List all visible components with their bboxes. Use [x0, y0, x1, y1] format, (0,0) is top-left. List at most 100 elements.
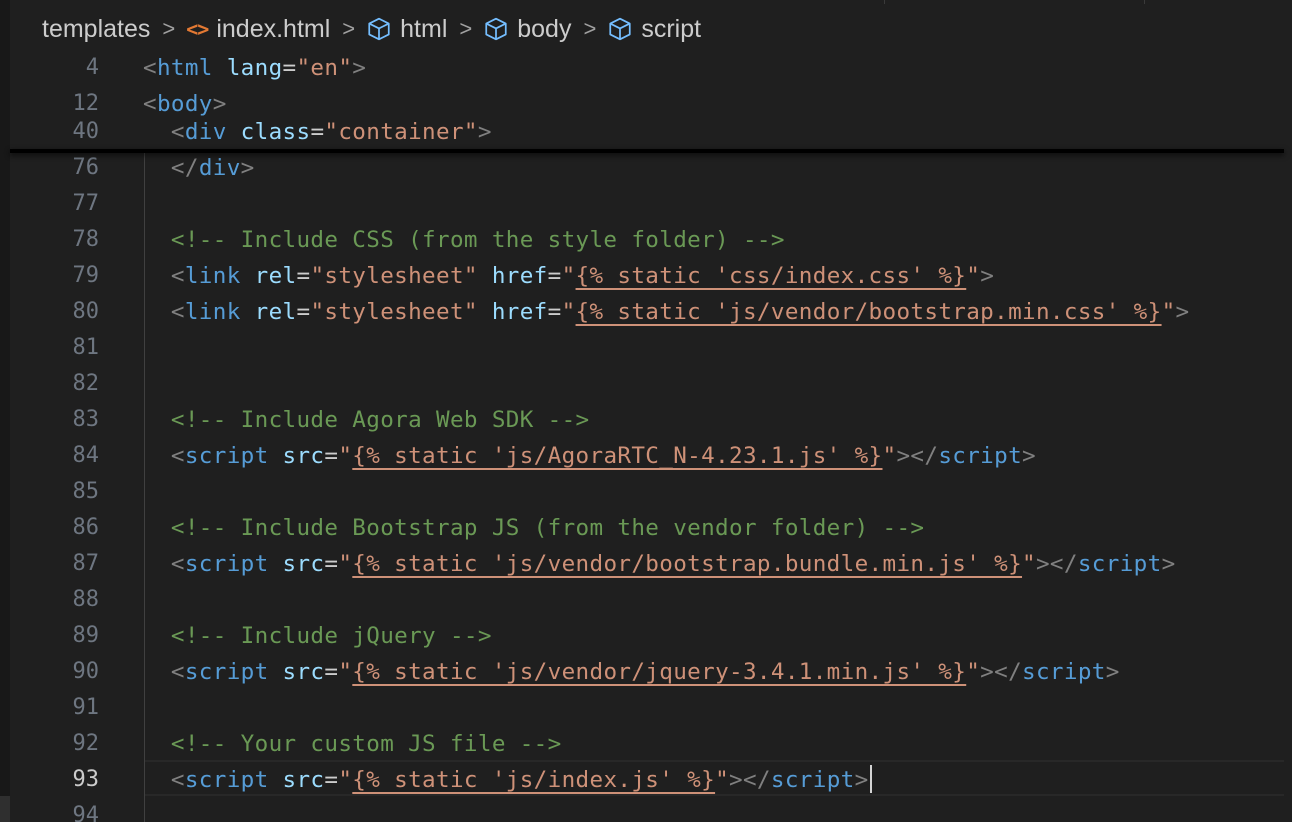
token-tag-b: > — [854, 767, 869, 793]
line-number[interactable]: 81 — [29, 330, 100, 366]
line-number[interactable]: 88 — [29, 582, 100, 618]
token-tag-n: script — [770, 767, 855, 793]
line-code: <!-- Your custom JS file --> — [143, 726, 562, 762]
line-number[interactable]: 79 — [29, 258, 100, 294]
text-cursor — [869, 764, 872, 793]
line-code: <!-- Include CSS (from the style folder)… — [143, 222, 785, 258]
line-number[interactable]: 86 — [29, 510, 100, 546]
code-line[interactable]: 79 <link rel="stylesheet" href="{% stati… — [10, 258, 1292, 294]
code-line[interactable]: 89 <!-- Include jQuery --> — [10, 618, 1292, 654]
token-plain: = — [547, 299, 562, 325]
window-left-edge — [0, 0, 10, 822]
chevron-right-icon: > — [342, 16, 356, 41]
line-number[interactable]: 83 — [29, 402, 100, 438]
line-number[interactable]: 89 — [29, 618, 100, 654]
token-tag-b: < — [170, 551, 185, 577]
sticky-line[interactable]: 4 <html lang="en"> — [10, 50, 1292, 86]
line-number[interactable]: 80 — [29, 294, 100, 330]
token-str: " — [966, 659, 981, 685]
token-tpl: {% static 'css/index.css' %} — [575, 263, 967, 289]
code-line[interactable]: 82 — [10, 366, 1292, 402]
token-tag-b: < — [170, 299, 185, 325]
cube-icon — [483, 16, 509, 42]
code-line[interactable]: 84 <script src="{% static 'js/AgoraRTC_N… — [10, 438, 1292, 474]
breadcrumb-item-index-html[interactable]: <> index.html — [186, 15, 330, 44]
token-tag-b: < — [143, 55, 157, 81]
line-number[interactable]: 78 — [29, 222, 100, 258]
token-str: " — [1161, 299, 1176, 325]
line-number[interactable]: 90 — [29, 654, 100, 690]
token-tag-b: > — [1161, 551, 1176, 577]
line-number[interactable]: 4 — [29, 50, 99, 86]
token-plain: = — [324, 551, 339, 577]
line-number[interactable]: 94 — [29, 798, 100, 822]
token-str: "container" — [324, 119, 478, 145]
token-str: "stylesheet" — [310, 263, 478, 289]
code-line[interactable]: 80 <link rel="stylesheet" href="{% stati… — [10, 294, 1292, 330]
line-number[interactable]: 82 — [29, 366, 100, 402]
code-line[interactable]: 88 — [10, 582, 1292, 618]
token-attr: src — [282, 659, 325, 685]
code-editor[interactable]: 4 <html lang="en"> 12 <body> 40 <div class="… — [10, 50, 1292, 822]
sticky-line[interactable]: 40 <div class="container"> — [10, 114, 1292, 150]
code-line[interactable]: 90 <script src="{% static 'js/vendor/jqu… — [10, 654, 1292, 690]
token-tag-b: > — [240, 155, 255, 181]
line-number[interactable]: 93 — [29, 762, 100, 798]
token-cmt: <!-- Include jQuery --> — [170, 623, 492, 649]
token-attr: src — [282, 767, 325, 793]
breadcrumb-item-script[interactable]: script — [607, 15, 701, 44]
token-attr: lang — [226, 55, 283, 81]
token-tag-b: < — [170, 119, 185, 145]
line-number[interactable]: 92 — [29, 726, 100, 762]
line-number[interactable]: 76 — [29, 150, 100, 186]
line-number[interactable]: 85 — [29, 474, 100, 510]
code-line[interactable]: 91 — [10, 690, 1292, 726]
line-number[interactable]: 40 — [29, 114, 100, 150]
line-code: <script src="{% static 'js/vendor/jquery… — [143, 654, 1120, 690]
token-tag-n: div — [198, 155, 241, 181]
token-tag-b: > — [1175, 299, 1190, 325]
code-line[interactable]: 78 <!-- Include CSS (from the style fold… — [10, 222, 1292, 258]
breadcrumb-item-templates[interactable]: templates — [42, 15, 150, 44]
indent-guide — [144, 150, 145, 822]
code-line[interactable]: 92 <!-- Your custom JS file --> — [10, 726, 1292, 762]
token-attr: src — [282, 443, 325, 469]
token-plain: = — [547, 263, 562, 289]
line-number[interactable]: 77 — [29, 186, 100, 222]
line-number[interactable]: 87 — [29, 546, 100, 582]
line-code: <html lang="en"> — [143, 50, 366, 86]
chevron-right-icon: > — [162, 16, 176, 41]
code-line[interactable]: 81 — [10, 330, 1292, 366]
code-line[interactable]: 87 <script src="{% static 'js/vendor/boo… — [10, 546, 1292, 582]
token-tag-n: script — [1022, 659, 1106, 685]
breadcrumb-item-html[interactable]: html — [366, 15, 447, 44]
line-number[interactable]: 91 — [29, 690, 100, 726]
token-attr: href — [491, 299, 548, 325]
code-line[interactable]: 94 — [10, 798, 1292, 822]
breadcrumb-label: body — [517, 14, 572, 43]
breadcrumb-item-body[interactable]: body — [483, 15, 571, 44]
code-line[interactable]: 77 — [10, 186, 1292, 222]
line-number[interactable]: 84 — [29, 438, 100, 474]
breadcrumb-label: templates — [42, 14, 151, 43]
token-tag-b: > — [477, 119, 492, 145]
token-plain: = — [324, 767, 339, 793]
token-tag-n: script — [184, 659, 269, 685]
code-line[interactable]: 76 </div> — [10, 150, 1292, 186]
code-line[interactable]: 85 — [10, 474, 1292, 510]
sticky-scroll-header[interactable]: 4 <html lang="en"> 12 <body> 40 <div class="… — [10, 50, 1292, 150]
cube-icon — [607, 16, 633, 42]
code-line[interactable]: 83 <!-- Include Agora Web SDK --> — [10, 402, 1292, 438]
token-tag-n: script — [938, 443, 1023, 469]
code-line[interactable]: 86 <!-- Include Bootstrap JS (from the v… — [10, 510, 1292, 546]
code-line[interactable]: 93 <script src="{% static 'js/index.js' … — [10, 762, 1292, 798]
chevron-right-icon: > — [459, 16, 473, 41]
line-code: <link rel="stylesheet" href="{% static '… — [143, 294, 1189, 330]
token-str: "en" — [296, 55, 353, 81]
